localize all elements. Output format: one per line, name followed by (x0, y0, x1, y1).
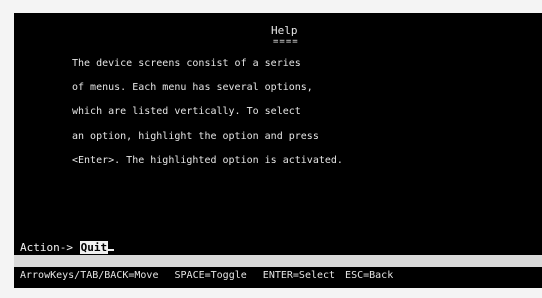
help-text-line: of menus. Each menu has several options, (72, 82, 313, 93)
help-text-line: <Enter>. The highlighted option is activ… (72, 155, 343, 166)
action-prompt: Action-> Quit (20, 241, 115, 254)
key-help-toggle: SPACE=Toggle (174, 270, 247, 281)
separator-bar (14, 255, 542, 267)
key-help-back: ESC=Back (345, 270, 394, 281)
help-title-underline: ==== (273, 37, 299, 47)
help-title: Help (271, 24, 298, 37)
key-help-select: ENTER=Select (262, 270, 336, 281)
action-field-quit[interactable]: Quit (79, 241, 109, 254)
help-text-line: an option, highlight the option and pres… (72, 131, 319, 142)
terminal-window: Help ==== The device screens consist of … (0, 0, 542, 298)
help-text-line: The device screens consist of a series (72, 58, 301, 69)
text-cursor (108, 249, 115, 251)
terminal-screen: Help ==== The device screens consist of … (14, 13, 542, 288)
key-help-move: ArrowKeys/TAB/BACK=Move (20, 270, 159, 281)
action-label: Action-> (20, 241, 73, 254)
key-help-bar: ArrowKeys/TAB/BACK=Move SPACE=Toggle ENT… (20, 270, 403, 282)
help-text-line: which are listed vertically. To select (72, 106, 301, 117)
